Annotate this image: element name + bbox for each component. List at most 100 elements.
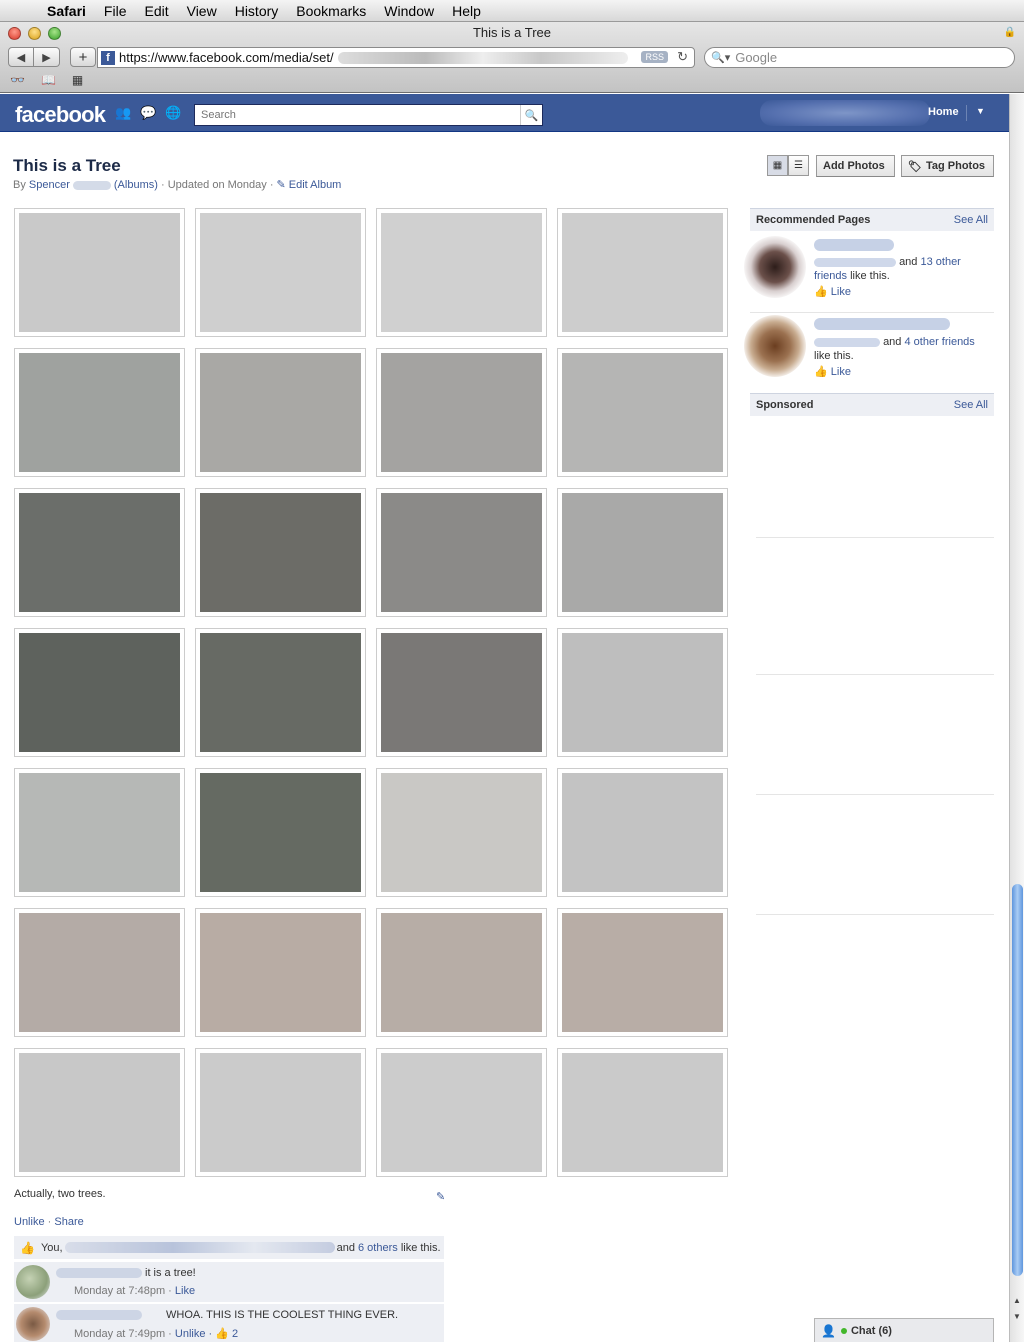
bookmarks-book-icon[interactable]: 📖 [41,73,56,87]
albums-link[interactable]: (Albums) [114,179,158,191]
google-search-field[interactable]: 🔍▾ Google [704,47,1015,68]
edit-caption-pencil-icon[interactable]: ✎ [436,1190,445,1203]
album-meta: By Spencer (Albums) · Updated on Monday ·… [13,178,341,191]
menu-view[interactable]: View [178,3,226,19]
scroll-down-arrow-icon[interactable]: ▼ [1010,1310,1024,1324]
photo-image [562,773,723,892]
friend-requests-icon[interactable]: 👥 [115,106,132,120]
recommended-see-all-link[interactable]: See All [954,214,988,226]
search-submit-icon[interactable]: 🔍 [520,105,542,125]
photo-thumbnail[interactable] [376,1048,547,1177]
commenter-name-redacted[interactable] [56,1310,142,1320]
notification-jewels: 👥 💬 🌐 [115,106,182,120]
comment-meta: Monday at 7:48pm · Like [74,1285,195,1297]
chat-friends-icon: 👤 [821,1323,836,1338]
photo-thumbnail[interactable] [376,628,547,757]
address-bar[interactable]: f https://www.facebook.com/media/set/ RS… [97,47,695,68]
avatar[interactable] [16,1307,50,1341]
share-link[interactable]: Share [54,1216,83,1228]
photo-thumbnail[interactable] [14,1048,185,1177]
scroll-thumb[interactable] [1012,884,1023,1276]
photo-thumbnail[interactable] [376,348,547,477]
photo-image [381,493,542,612]
photo-thumbnail[interactable] [195,628,366,757]
home-link[interactable]: Home [928,106,959,118]
comment-like-link[interactable]: Like [175,1285,195,1297]
grid-view-icon[interactable]: ▦ [767,155,788,176]
photo-image [381,633,542,752]
reading-list-icon[interactable]: 👓 [10,73,25,87]
menu-window[interactable]: Window [375,3,443,19]
photo-thumbnail[interactable] [195,208,366,337]
photo-thumbnail[interactable] [195,488,366,617]
page-scrollbar[interactable]: ▲ ▼ [1009,94,1024,1342]
photo-thumbnail[interactable] [14,208,185,337]
page-avatar[interactable] [744,315,806,377]
rss-button[interactable]: RSS [641,51,668,63]
add-bookmark-button[interactable]: + [70,47,96,67]
back-button[interactable]: ◀ [8,47,34,67]
photo-thumbnail[interactable] [14,628,185,757]
comment-like-count[interactable]: · 👍 2 [209,1328,239,1340]
page-avatar[interactable] [744,236,806,298]
avatar[interactable] [16,1265,50,1299]
reload-icon[interactable]: ↻ [677,49,688,65]
menu-app[interactable]: Safari [38,3,95,19]
sponsored-see-all-link[interactable]: See All [954,399,988,411]
rec-friends-link[interactable]: 4 other friends [904,336,974,348]
edit-album-link[interactable]: Edit Album [289,179,342,191]
photo-thumbnail[interactable] [14,488,185,617]
page-like-button[interactable]: 👍 Like [814,285,851,298]
menu-history[interactable]: History [226,3,288,19]
page-like-button[interactable]: 👍 Like [814,365,851,378]
page-name-redacted[interactable] [814,239,894,251]
photo-thumbnail[interactable] [557,488,728,617]
unlike-link[interactable]: Unlike [14,1216,45,1228]
photo-image [200,213,361,332]
photo-thumbnail[interactable] [14,348,185,477]
photo-thumbnail[interactable] [557,208,728,337]
photo-thumbnail[interactable] [557,348,728,477]
page-name-redacted[interactable] [814,318,950,330]
photo-image [562,1053,723,1172]
photo-thumbnail[interactable] [14,768,185,897]
photo-thumbnail[interactable] [195,348,366,477]
tag-photos-button[interactable]: 🏷 Tag Photos [901,155,994,177]
comment: it is a tree! Monday at 7:48pm · Like [14,1261,444,1302]
list-view-icon[interactable]: ☰ [788,155,809,176]
account-dropdown-icon[interactable]: ▼ [976,106,985,116]
author-link[interactable]: Spencer [29,179,70,191]
photo-thumbnail[interactable] [195,908,366,1037]
menu-edit[interactable]: Edit [135,3,177,19]
facebook-logo[interactable]: facebook [15,102,106,128]
photo-thumbnail[interactable] [557,908,728,1037]
ad-divider [756,537,994,538]
photo-thumbnail[interactable] [195,768,366,897]
messages-icon[interactable]: 💬 [140,106,157,120]
comment-text: WHOA. THIS IS THE COOLEST THING EVER. [166,1309,399,1321]
chat-bar[interactable]: 👤 Chat (6) [814,1318,994,1342]
menu-bookmarks[interactable]: Bookmarks [287,3,375,19]
scroll-up-arrow-icon[interactable]: ▲ [1010,1294,1024,1308]
notifications-globe-icon[interactable]: 🌐 [165,106,182,120]
add-photos-button[interactable]: Add Photos [816,155,895,177]
likes-others-link[interactable]: 6 others [358,1242,398,1254]
photo-thumbnail[interactable] [376,208,547,337]
photo-thumbnail[interactable] [376,908,547,1037]
photo-thumbnail[interactable] [376,768,547,897]
commenter-name-redacted[interactable] [56,1268,142,1278]
search-input[interactable] [195,105,520,125]
menu-help[interactable]: Help [443,3,490,19]
photo-thumbnail[interactable] [376,488,547,617]
url-redacted [337,51,628,64]
profile-link-redacted[interactable] [760,100,930,126]
photo-thumbnail[interactable] [557,1048,728,1177]
photo-thumbnail[interactable] [195,1048,366,1177]
photo-thumbnail[interactable] [557,628,728,757]
photo-thumbnail[interactable] [14,908,185,1037]
photo-thumbnail[interactable] [557,768,728,897]
comment-unlike-link[interactable]: Unlike [175,1328,206,1340]
menu-file[interactable]: File [95,3,136,19]
top-sites-grid-icon[interactable]: ▦ [72,73,83,87]
forward-button[interactable]: ▶ [34,47,60,67]
